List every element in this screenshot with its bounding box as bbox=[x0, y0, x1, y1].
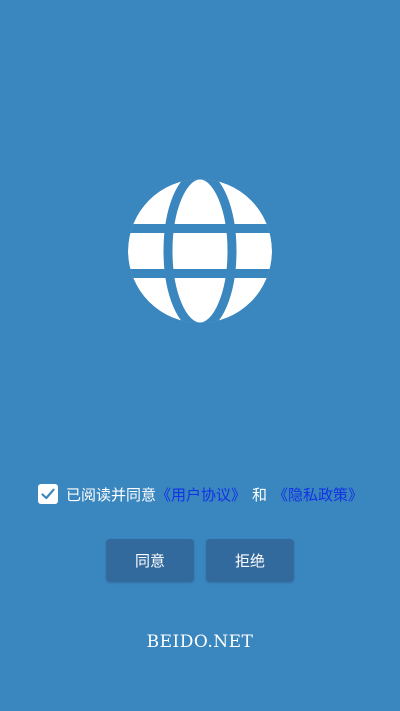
user-agreement-link[interactable]: 《用户协议》 bbox=[156, 484, 246, 505]
consent-checkbox[interactable] bbox=[38, 484, 58, 504]
checkmark-icon bbox=[41, 488, 55, 500]
consent-prefix: 已阅读并同意 bbox=[66, 485, 157, 504]
globe-icon bbox=[127, 178, 273, 324]
consent-conjunction: 和 bbox=[252, 485, 268, 504]
footer-brand: BEIDO.NET bbox=[146, 632, 254, 652]
agree-button[interactable]: 同意 bbox=[106, 539, 194, 582]
privacy-policy-link[interactable]: 《隐私政策》 bbox=[273, 484, 363, 505]
reject-button[interactable]: 拒绝 bbox=[206, 539, 294, 582]
consent-row: 已阅读并同意 《用户协议》 和 《隐私政策》 bbox=[38, 483, 378, 505]
